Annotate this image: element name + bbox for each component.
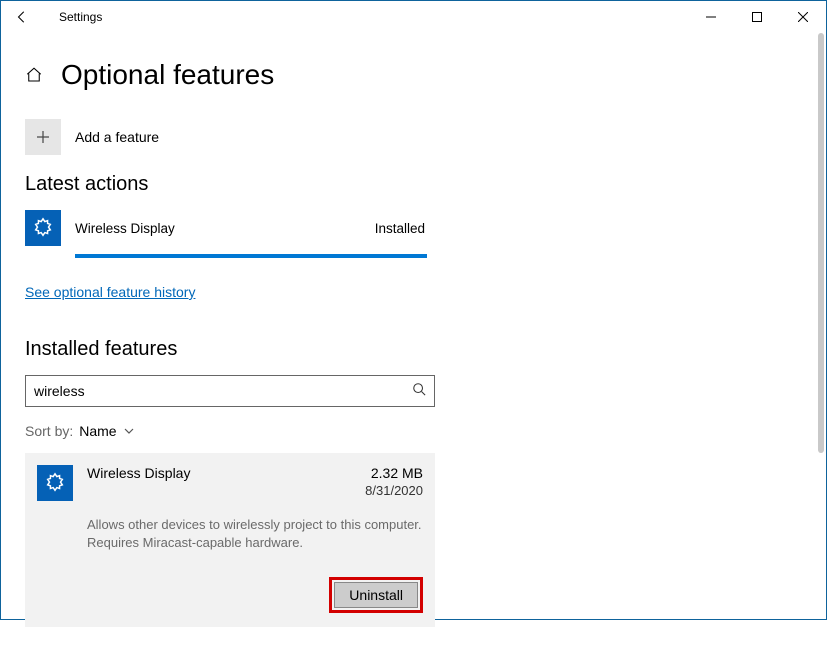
feature-card[interactable]: Wireless Display 2.32 MB 8/31/2020 Allow… [25, 453, 435, 627]
feature-date: 8/31/2020 [87, 483, 423, 498]
feature-icon [37, 465, 73, 501]
feature-description: Allows other devices to wirelessly proje… [87, 516, 423, 551]
search-input[interactable] [34, 383, 412, 399]
install-progress [75, 254, 427, 258]
installed-features-heading: Installed features [25, 338, 802, 361]
uninstall-highlight: Uninstall [329, 577, 423, 613]
feature-size: 2.32 MB [371, 465, 423, 481]
latest-action-status: Installed [375, 221, 425, 236]
page-header: Optional features [25, 59, 802, 91]
plus-icon [25, 119, 61, 155]
page-title: Optional features [61, 59, 274, 91]
uninstall-button[interactable]: Uninstall [334, 582, 418, 608]
chevron-down-icon [123, 424, 135, 440]
maximize-button[interactable] [734, 1, 780, 33]
feature-icon [25, 210, 61, 246]
search-icon [412, 382, 426, 401]
feature-history-link[interactable]: See optional feature history [25, 284, 195, 300]
sort-value: Name [79, 423, 116, 439]
latest-actions-heading: Latest actions [25, 173, 802, 196]
window-title: Settings [59, 10, 102, 24]
search-box[interactable] [25, 375, 435, 407]
window-controls [688, 1, 826, 33]
sort-label: Sort by: [25, 423, 73, 439]
home-icon[interactable] [25, 66, 43, 84]
scrollbar[interactable] [818, 33, 824, 453]
latest-action-item: Wireless Display Installed [25, 210, 425, 246]
minimize-button[interactable] [688, 1, 734, 33]
close-button[interactable] [780, 1, 826, 33]
add-feature-label: Add a feature [75, 129, 159, 145]
add-feature-row[interactable]: Add a feature [25, 119, 802, 155]
feature-name: Wireless Display [87, 465, 190, 481]
sort-row[interactable]: Sort by: Name [25, 423, 802, 439]
page-content: Optional features Add a feature Latest a… [1, 33, 826, 651]
latest-action-name: Wireless Display [75, 221, 175, 236]
back-button[interactable] [9, 10, 35, 25]
titlebar: Settings [1, 1, 826, 33]
